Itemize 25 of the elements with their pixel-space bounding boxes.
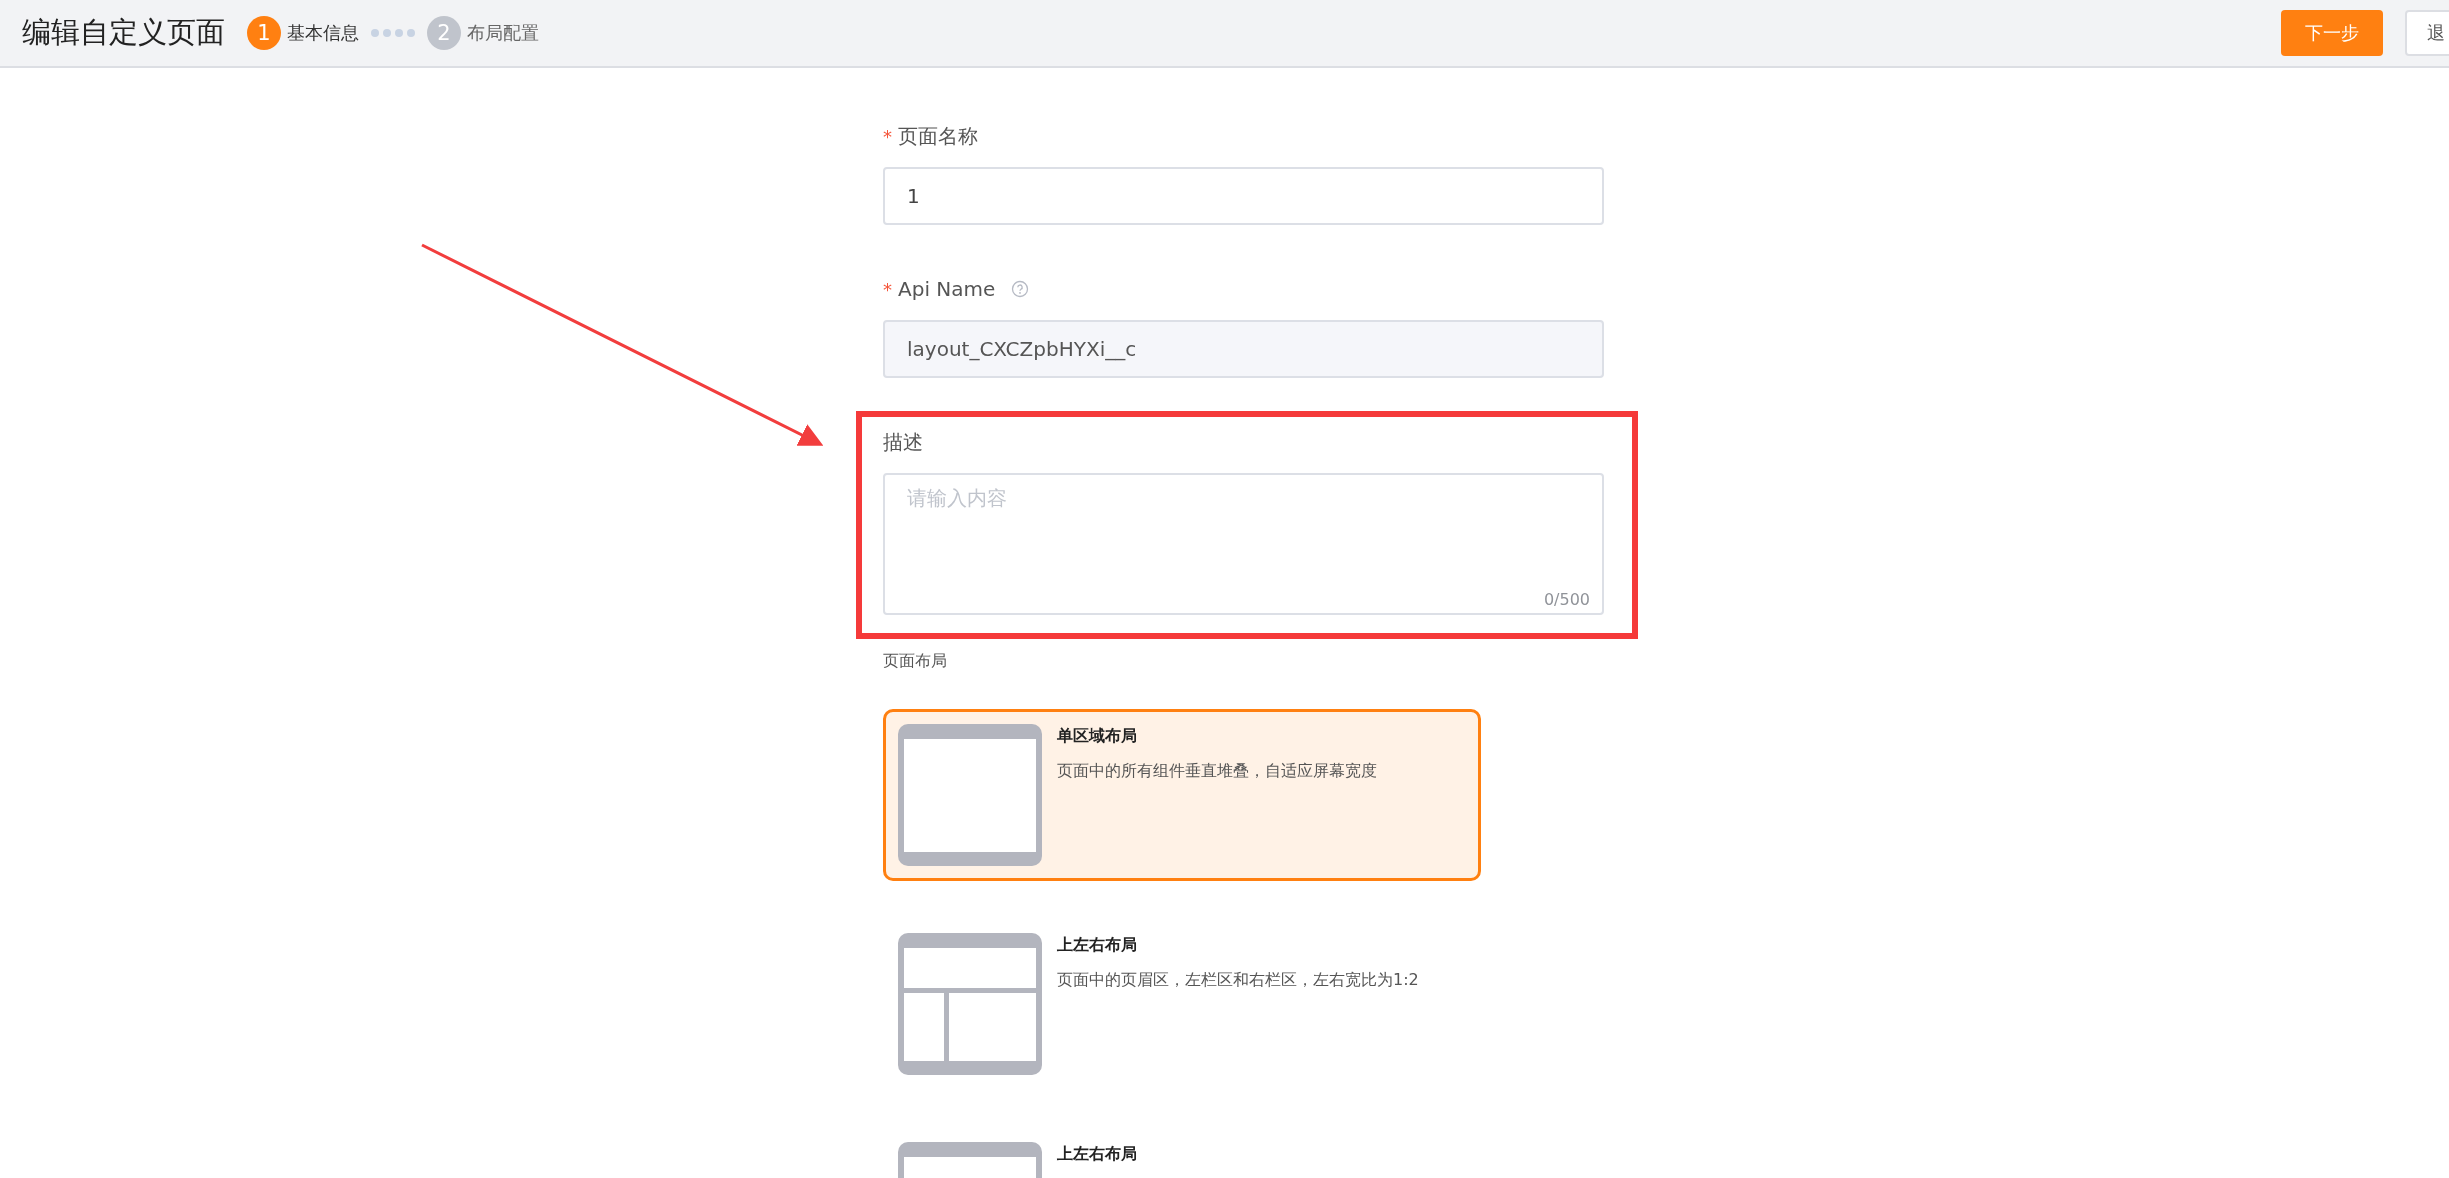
name-field[interactable]: 1 <box>883 167 1604 225</box>
layout-option[interactable]: 上左右布局 <box>883 1127 1481 1178</box>
step-label: 基本信息 <box>287 21 359 45</box>
layout-description: 页面中的页眉区，左栏区和右栏区，左右宽比为1:2 <box>1057 970 1419 991</box>
layout-title: 上左右布局 <box>1057 935 1138 956</box>
char-counter: 0/500 <box>1543 590 1590 609</box>
step-connector-icon <box>371 29 415 37</box>
field-label: 页面名称 <box>898 122 978 150</box>
layout-description: 页面中的所有组件垂直堆叠，自适应屏幕宽度 <box>1057 761 1377 782</box>
step-label: 布局配置 <box>467 21 539 45</box>
required-mark: * <box>883 278 892 300</box>
split-layout-icon <box>898 933 1042 1075</box>
layout-option[interactable]: 上左右布局 页面中的页眉区，左栏区和右栏区，左右宽比为1:2 <box>883 918 1481 1090</box>
step-number: 1 <box>247 16 281 50</box>
page-title: 编辑自定义页面 <box>22 14 225 51</box>
exit-button[interactable]: 退 <box>2405 10 2449 56</box>
layout-title: 上左右布局 <box>1057 1144 1137 1165</box>
layout-title: 单区域布局 <box>1057 726 1138 747</box>
layout-option[interactable]: 单区域布局 页面中的所有组件垂直堆叠，自适应屏幕宽度 <box>883 709 1481 881</box>
required-mark: * <box>883 125 892 147</box>
step-number: 2 <box>427 16 461 50</box>
section-label: 页面布局 <box>883 651 948 671</box>
single-layout-icon <box>898 724 1042 866</box>
field-label: 描述 <box>883 428 923 456</box>
field-label: Api Name <box>898 277 996 301</box>
